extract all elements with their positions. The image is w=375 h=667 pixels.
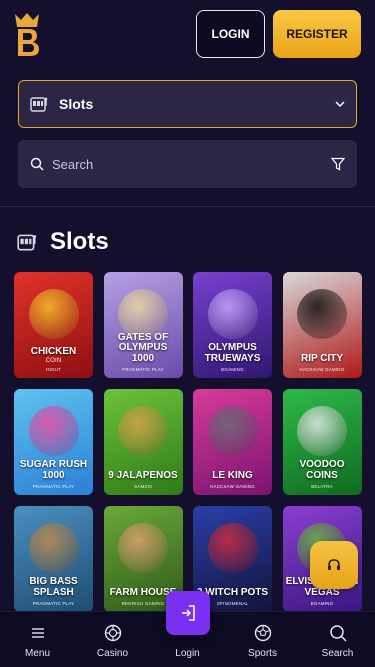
casino-chip-icon: [104, 624, 121, 642]
game-tile[interactable]: RIP CITY HACKSAW GAMING: [282, 272, 362, 378]
game-artwork: [28, 406, 79, 457]
game-provider: PRAGMATIC PLAY: [32, 484, 75, 489]
search-icon: [30, 157, 44, 171]
register-button[interactable]: REGISTER: [273, 10, 361, 58]
game-title: VOODOO COINS: [299, 459, 345, 481]
game-artwork: [207, 406, 258, 457]
section-divider: [0, 206, 375, 207]
game-title: 9 JALAPENOS: [108, 469, 178, 481]
nav-casino[interactable]: Casino: [83, 623, 143, 659]
game-artwork: [28, 289, 79, 340]
category-select[interactable]: Slots: [18, 80, 357, 128]
nav-search-label: Search: [321, 648, 354, 659]
game-title: LE KING: [212, 469, 253, 481]
game-artwork: [207, 289, 258, 340]
game-provider: REDRICH GAMING: [121, 601, 165, 606]
game-provider: INOUT: [46, 367, 61, 372]
game-subtitle: COIN: [45, 358, 62, 364]
login-icon: [182, 605, 195, 621]
game-provider: GAMZIX: [133, 484, 153, 489]
game-provider: HACKSAW GAMING: [210, 484, 255, 489]
category-selected-label: Slots: [59, 96, 94, 112]
game-title: BIG BASS SPLASH: [29, 576, 78, 598]
game-artwork: [207, 523, 258, 574]
game-tile[interactable]: 9 JALAPENOS GAMZIX: [103, 389, 183, 495]
nav-sports-label: Sports: [248, 648, 277, 659]
nav-menu[interactable]: Menu: [8, 623, 68, 659]
slot-machine-icon: [30, 97, 48, 112]
nav-login-label: Login: [175, 648, 200, 659]
game-provider: HACKSAW GAMING: [299, 367, 345, 372]
game-artwork: [297, 406, 347, 457]
game-artwork: [28, 523, 79, 574]
headset-icon: [328, 559, 340, 570]
game-title: SUGAR RUSH 1000: [19, 459, 88, 481]
brand-logo[interactable]: [14, 11, 40, 57]
support-chat-button[interactable]: [310, 541, 358, 589]
game-artwork: [118, 523, 168, 574]
game-tile[interactable]: CHICKEN COIN INOUT: [14, 272, 93, 378]
game-provider: PRAGMATIC PLAY: [122, 367, 164, 372]
auth-buttons: LOGIN REGISTER: [196, 10, 361, 58]
game-tile[interactable]: OLYMPUS TRUEWAYS BGAMING: [193, 272, 272, 378]
search-icon: [329, 625, 347, 642]
nav-menu-label: Menu: [24, 648, 50, 659]
login-button[interactable]: LOGIN: [196, 10, 265, 58]
section-header: Slots: [16, 228, 109, 256]
menu-icon: [31, 628, 44, 638]
game-provider: BGAMING: [221, 367, 244, 372]
game-tile[interactable]: LE KING HACKSAW GAMING: [193, 389, 272, 495]
game-tile[interactable]: SUGAR RUSH 1000 PRAGMATIC PLAY: [14, 389, 93, 495]
game-provider: BGAMING: [310, 601, 334, 606]
filter-icon[interactable]: [331, 157, 345, 171]
game-title: CHICKEN: [30, 345, 77, 357]
nav-sports[interactable]: Sports: [233, 623, 293, 659]
game-title: RIP CITY: [300, 352, 344, 364]
game-title: OLYMPUS TRUEWAYS: [204, 342, 261, 364]
section-title: Slots: [50, 228, 109, 255]
game-artwork: [118, 406, 168, 457]
slot-machine-icon: [17, 234, 37, 251]
search-bar: [18, 140, 357, 188]
game-provider: SPINOMENAL: [216, 601, 249, 606]
login-fab-button[interactable]: [166, 591, 210, 635]
game-title: GATES OF OLYMPUS 1000: [117, 331, 169, 364]
game-provider: BELATRA: [311, 484, 333, 489]
game-artwork: [297, 289, 347, 340]
chevron-down-icon: [335, 101, 345, 108]
game-tile[interactable]: BIG BASS SPLASH PRAGMATIC PLAY: [14, 506, 93, 612]
game-tile[interactable]: GATES OF OLYMPUS 1000 PRAGMATIC PLAY: [103, 272, 183, 378]
sports-ball-icon: [254, 624, 271, 642]
nav-casino-label: Casino: [96, 648, 129, 659]
game-tile[interactable]: VOODOO COINS BELATRA: [282, 389, 362, 495]
search-input[interactable]: [52, 156, 331, 172]
game-provider: PRAGMATIC PLAY: [32, 601, 75, 606]
top-header: LOGIN REGISTER: [0, 0, 375, 68]
nav-search[interactable]: Search: [308, 623, 368, 659]
